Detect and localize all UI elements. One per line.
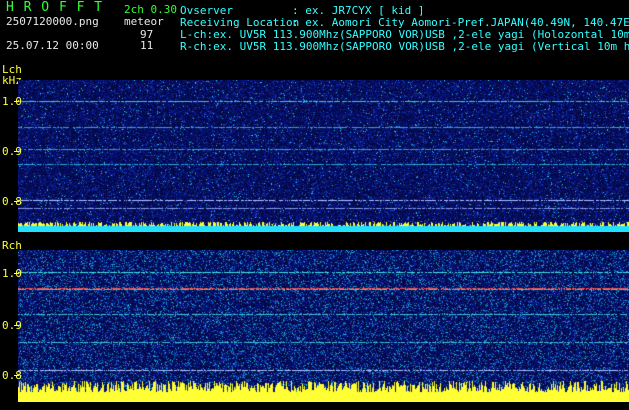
timestamp: 25.07.12 00:00 [6, 39, 99, 52]
rch-receiver-info: R-ch:ex. UV5R 113.900Mhz(SAPPORO VOR)USB… [180, 40, 629, 53]
rch-waterfall [18, 250, 629, 402]
lch-waterfall [18, 80, 629, 232]
rch-tickmark-1-0 [14, 273, 19, 274]
lch-tickmark-1-0 [14, 101, 19, 102]
image-filename: 2507120000.png [6, 15, 99, 28]
lch-tickmark-0-8 [14, 201, 19, 202]
app-brand: H R O F F T [6, 0, 104, 15]
rch-tickmark-0-9 [14, 325, 19, 326]
mode-label: meteor [124, 15, 164, 28]
rch-tickmark-0-8 [14, 375, 19, 376]
hrofft-window: H R O F F T 2ch 0.30 2507120000.png mete… [0, 0, 629, 410]
count-rch: 11 [140, 39, 154, 52]
lch-tickmark-0-9 [14, 151, 19, 152]
